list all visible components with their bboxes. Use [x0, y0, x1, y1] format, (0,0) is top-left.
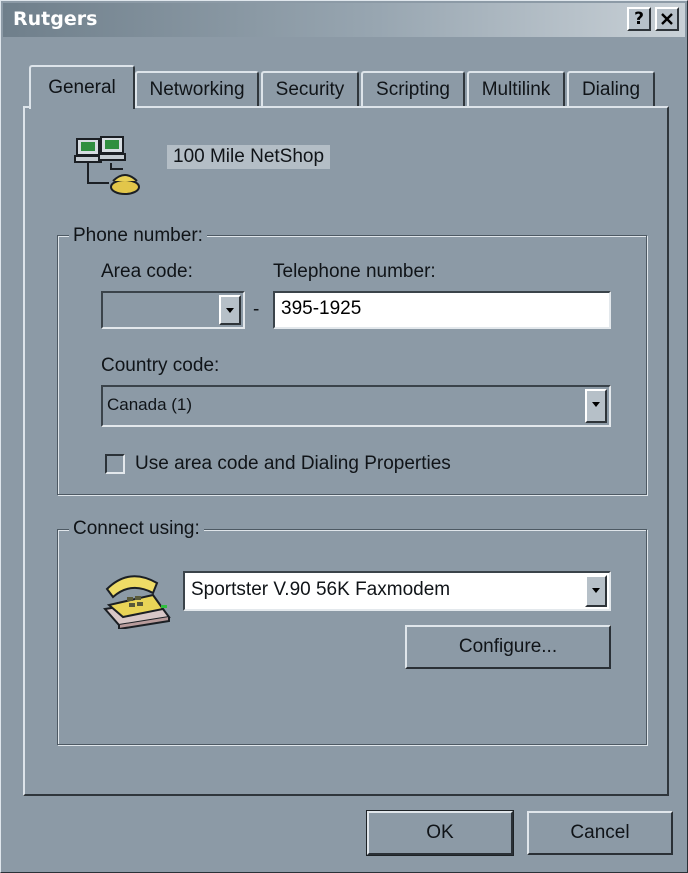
- modem-phone-icon: [103, 575, 171, 629]
- phone-number-legend: Phone number:: [69, 225, 207, 247]
- telephone-number-input[interactable]: 395-1925: [273, 291, 611, 329]
- tab-scripting[interactable]: Scripting: [361, 71, 465, 107]
- tab-networking[interactable]: Networking: [135, 71, 259, 107]
- tab-general[interactable]: General: [29, 65, 135, 109]
- area-code-label: Area code:: [101, 261, 193, 282]
- configure-button[interactable]: Configure...: [405, 625, 611, 669]
- tab-dialing[interactable]: Dialing: [567, 71, 655, 107]
- area-code-dropdown[interactable]: [101, 291, 245, 329]
- cancel-button[interactable]: Cancel: [527, 811, 673, 855]
- dialup-network-icon: [74, 136, 140, 195]
- country-code-dropdown[interactable]: Canada (1): [101, 385, 611, 427]
- use-area-code-checkbox[interactable]: [105, 454, 125, 474]
- window-title: Rutgers: [13, 8, 98, 30]
- close-button[interactable]: [655, 7, 679, 31]
- tab-multilink[interactable]: Multilink: [467, 71, 565, 107]
- country-code-label: Country code:: [101, 355, 220, 376]
- connection-name: 100 Mile NetShop: [167, 145, 331, 169]
- connect-using-legend: Connect using:: [69, 518, 204, 540]
- chevron-down-icon[interactable]: [219, 295, 241, 325]
- tab-security[interactable]: Security: [261, 71, 359, 107]
- ok-button[interactable]: OK: [366, 810, 514, 856]
- modem-value: Sportster V.90 56K Faxmodem: [191, 579, 451, 600]
- chevron-down-icon[interactable]: [585, 389, 607, 423]
- area-code-separator: -: [253, 299, 260, 320]
- modem-dropdown[interactable]: Sportster V.90 56K Faxmodem: [183, 571, 611, 611]
- country-code-value: Canada (1): [107, 395, 193, 414]
- dialog-window: Rutgers ? General Networking Security Sc…: [0, 0, 688, 873]
- title-bar[interactable]: Rutgers ?: [3, 3, 685, 37]
- help-button[interactable]: ?: [627, 7, 651, 31]
- chevron-down-icon[interactable]: [585, 575, 607, 607]
- use-area-code-label[interactable]: Use area code and Dialing Properties: [135, 453, 451, 475]
- telephone-number-label: Telephone number:: [273, 261, 436, 282]
- close-icon: [661, 13, 673, 25]
